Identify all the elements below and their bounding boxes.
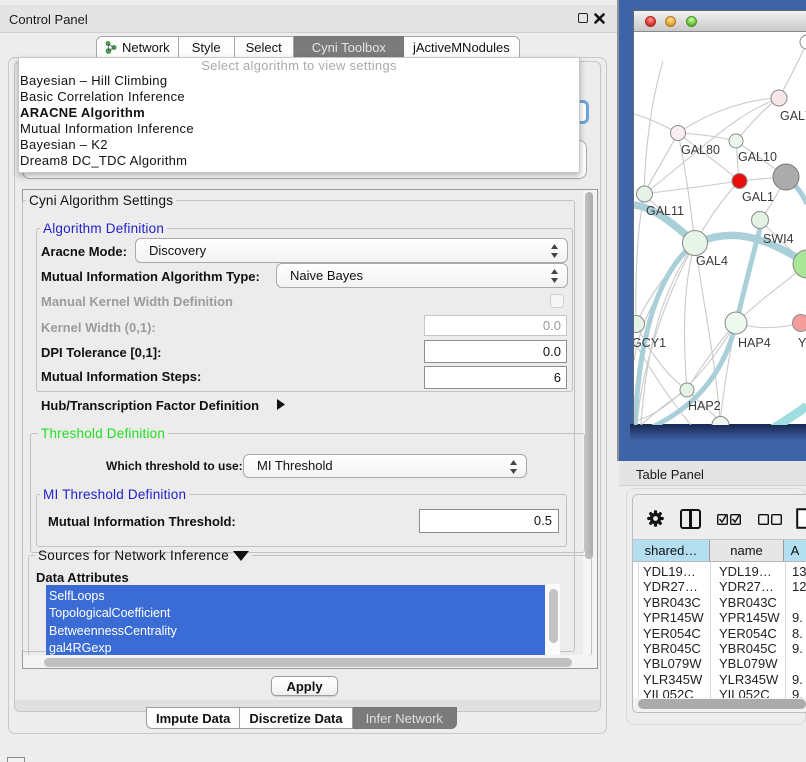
svg-text:GAL80: GAL80: [681, 143, 720, 157]
svg-text:GAL1: GAL1: [742, 190, 774, 204]
svg-text:Y: Y: [798, 336, 806, 350]
svg-text:GCY1: GCY1: [634, 336, 666, 350]
svg-text:HAP4: HAP4: [738, 336, 771, 350]
svg-text:GAL10: GAL10: [738, 150, 777, 164]
svg-text:GAL11: GAL11: [646, 204, 684, 218]
svg-text:HAP2: HAP2: [688, 399, 721, 413]
svg-text:SWI4: SWI4: [763, 232, 794, 246]
svg-text:GAL7: GAL7: [780, 109, 806, 123]
svg-text:GAL4: GAL4: [696, 254, 728, 268]
